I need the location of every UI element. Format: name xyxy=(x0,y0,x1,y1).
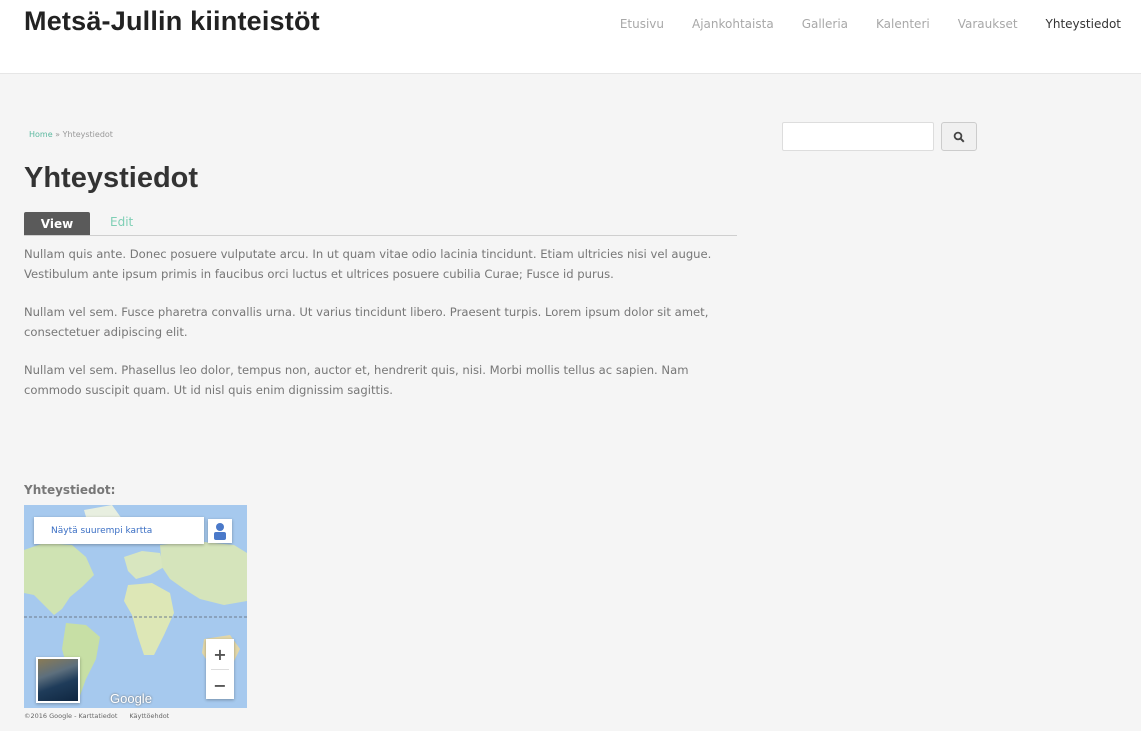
larger-map-link[interactable]: Näytä suurempi kartta xyxy=(34,517,204,544)
breadcrumb-home-link[interactable]: Home xyxy=(29,130,53,139)
content-paragraph: Nullam vel sem. Fusce pharetra convallis… xyxy=(24,305,709,339)
nav-item-etusivu[interactable]: Etusivu xyxy=(620,17,664,31)
site-header: Metsä-Jullin kiinteistöt Etusivu Ajankoh… xyxy=(0,0,1141,74)
tab-edit[interactable]: Edit xyxy=(110,215,133,229)
map-attribution: ©2016 Google - Karttatiedot Käyttöehdot xyxy=(24,712,254,720)
search-button[interactable] xyxy=(941,122,977,151)
breadcrumb: Home » Yhteystiedot xyxy=(29,130,113,139)
nav-item-ajankohtaista[interactable]: Ajankohtaista xyxy=(692,17,774,31)
zoom-out-button[interactable]: − xyxy=(206,670,234,700)
content-paragraph: Nullam vel sem. Phasellus leo dolor, tem… xyxy=(24,363,689,397)
search-input[interactable] xyxy=(782,122,934,151)
tab-view[interactable]: View xyxy=(24,212,90,235)
site-title[interactable]: Metsä-Jullin kiinteistöt xyxy=(24,6,320,37)
nav-item-yhteystiedot[interactable]: Yhteystiedot xyxy=(1046,17,1121,31)
map-terms-link[interactable]: Käyttöehdot xyxy=(129,712,169,720)
local-tabs: View Edit xyxy=(24,212,737,236)
search-icon xyxy=(953,131,965,143)
page-title: Yhteystiedot xyxy=(24,162,199,194)
satellite-toggle[interactable] xyxy=(36,657,80,703)
nav-item-varaukset[interactable]: Varaukset xyxy=(958,17,1018,31)
breadcrumb-separator: » xyxy=(55,130,61,139)
contact-label: Yhteystiedot: xyxy=(24,483,116,497)
nav-item-galleria[interactable]: Galleria xyxy=(802,17,848,31)
breadcrumb-current: Yhteystiedot xyxy=(62,130,113,139)
page-content: Nullam quis ante. Donec posuere vulputat… xyxy=(24,244,744,418)
zoom-in-button[interactable]: + xyxy=(206,639,234,669)
street-view-pegman-icon[interactable] xyxy=(208,519,232,543)
content-paragraph: Nullam quis ante. Donec posuere vulputat… xyxy=(24,247,712,281)
google-logo: Google xyxy=(110,691,152,706)
embedded-map[interactable]: Näytä suurempi kartta + − Google xyxy=(24,505,247,708)
nav-item-kalenteri[interactable]: Kalenteri xyxy=(876,17,930,31)
map-copyright: ©2016 Google - Karttatiedot xyxy=(24,712,118,720)
map-zoom-control: + − xyxy=(206,639,234,699)
main-nav: Etusivu Ajankohtaista Galleria Kalenteri… xyxy=(592,17,1121,31)
